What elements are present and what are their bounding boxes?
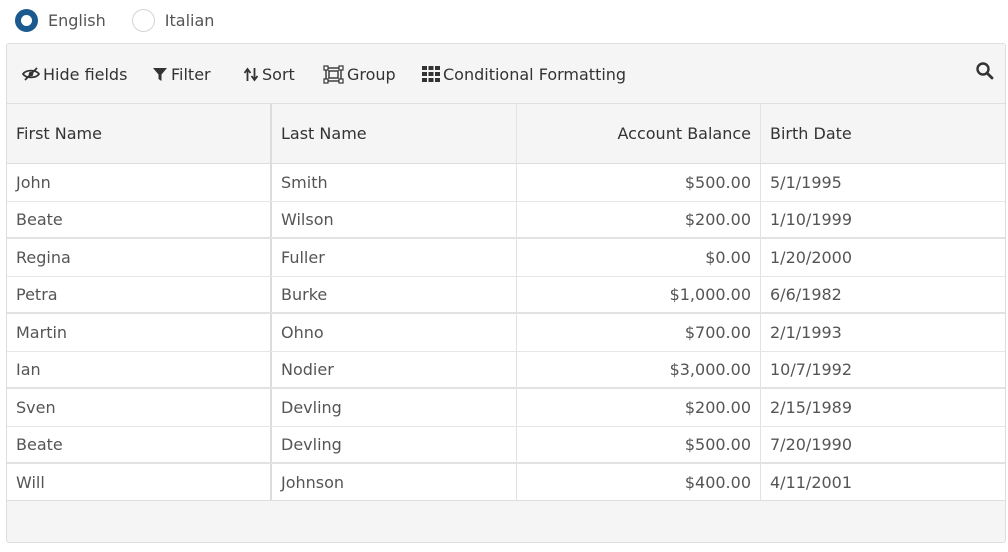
first-name-cell[interactable]: John [7,164,272,201]
sort-icon [243,67,259,81]
table-row[interactable]: John Smith $500.00 5/1/1995 [7,164,1005,202]
account-balance-cell[interactable]: $200.00 [517,389,761,426]
table-row[interactable]: Sven Devling $200.00 2/15/1989 [7,389,1005,427]
account-balance-cell[interactable]: $200.00 [517,201,761,237]
account-balance-cell[interactable]: $1,000.00 [517,276,761,312]
table-row[interactable]: Beate Devling $500.00 7/20/1990 [7,426,1005,464]
birth-date-cell[interactable]: 1/10/1999 [761,202,1005,238]
column-header-birth-date[interactable]: Birth Date [761,104,1005,163]
last-name-cell[interactable]: Devling [272,389,517,426]
account-balance-cell[interactable]: $700.00 [517,314,761,351]
filter-button[interactable]: Filter [152,63,211,85]
data-grid: Hide fields Filter Sort Group Conditiona… [6,43,1006,543]
radio-english[interactable]: English [15,8,106,32]
first-name-cell[interactable]: Ian [7,351,272,387]
table-row[interactable]: Will Johnson $400.00 4/11/2001 [7,464,1005,502]
radio-italian-label: Italian [164,10,215,30]
birth-date-cell[interactable]: 4/11/2001 [761,464,1005,501]
hide-fields-button[interactable]: Hide fields [22,63,127,85]
first-name-cell[interactable]: Regina [7,239,272,276]
grid-body: John Smith $500.00 5/1/1995 Beate Wilson $200.… [7,164,1005,502]
hide-fields-label: Hide fields [43,64,128,84]
conditional-formatting-label: Conditional Formatting [443,64,627,84]
radio-italian-circle[interactable] [131,8,155,32]
table-row[interactable]: Martin Ohno $700.00 2/1/1993 [7,314,1005,352]
last-name-cell[interactable]: Wilson [272,201,517,237]
account-balance-cell[interactable]: $400.00 [517,464,761,501]
table-row[interactable]: Beate Wilson $200.00 1/10/1999 [7,201,1005,239]
birth-date-cell[interactable]: 7/20/1990 [761,427,1005,463]
conditional-formatting-button[interactable]: Conditional Formatting [422,63,626,85]
filter-icon [153,67,167,81]
sort-button[interactable]: Sort [243,63,295,85]
radio-italian[interactable]: Italian [131,8,215,32]
birth-date-cell[interactable]: 1/20/2000 [761,239,1005,276]
first-name-cell[interactable]: Martin [7,314,272,351]
birth-date-cell[interactable]: 5/1/1995 [761,164,1005,201]
filter-label: Filter [171,64,211,84]
eye-slash-icon [22,67,40,81]
search-icon [976,62,994,80]
grid-toolbar: Hide fields Filter Sort Group Conditiona… [7,44,1005,104]
account-balance-cell[interactable]: $3,000.00 [517,351,761,387]
group-label: Group [347,64,396,84]
grid-footer [7,500,1005,542]
column-header-account-balance[interactable]: Account Balance [517,104,761,163]
group-button[interactable]: Group [323,63,396,85]
table-row[interactable]: Petra Burke $1,000.00 6/6/1982 [7,276,1005,314]
last-name-cell[interactable]: Ohno [272,314,517,351]
group-icon [323,64,344,84]
last-name-cell[interactable]: Fuller [272,239,517,276]
radio-english-circle[interactable] [15,8,38,32]
last-name-cell[interactable]: Nodier [272,351,517,387]
column-header-last-name[interactable]: Last Name [272,104,517,163]
last-name-cell[interactable]: Johnson [272,464,517,501]
column-header-first-name[interactable]: First Name [7,104,272,163]
radio-english-label: English [48,10,106,30]
first-name-cell[interactable]: Beate [7,201,272,237]
language-selector: English Italian [15,8,240,32]
first-name-cell[interactable]: Beate [7,426,272,462]
first-name-cell[interactable]: Will [7,464,272,501]
table-row[interactable]: Ian Nodier $3,000.00 10/7/1992 [7,351,1005,389]
birth-date-cell[interactable]: 2/1/1993 [761,314,1005,351]
birth-date-cell[interactable]: 10/7/1992 [761,352,1005,388]
birth-date-cell[interactable]: 2/15/1989 [761,389,1005,426]
account-balance-cell[interactable]: $0.00 [517,239,761,276]
grid-icon [422,66,440,82]
sort-label: Sort [262,64,295,84]
account-balance-cell[interactable]: $500.00 [517,426,761,462]
table-row[interactable]: Regina Fuller $0.00 1/20/2000 [7,239,1005,277]
last-name-cell[interactable]: Burke [272,276,517,312]
grid-header: First Name Last Name Account Balance Bir… [7,104,1005,164]
search-button[interactable] [975,61,995,81]
birth-date-cell[interactable]: 6/6/1982 [761,277,1005,313]
account-balance-cell[interactable]: $500.00 [517,164,761,201]
last-name-cell[interactable]: Devling [272,426,517,462]
last-name-cell[interactable]: Smith [272,164,517,201]
first-name-cell[interactable]: Petra [7,276,272,312]
first-name-cell[interactable]: Sven [7,389,272,426]
